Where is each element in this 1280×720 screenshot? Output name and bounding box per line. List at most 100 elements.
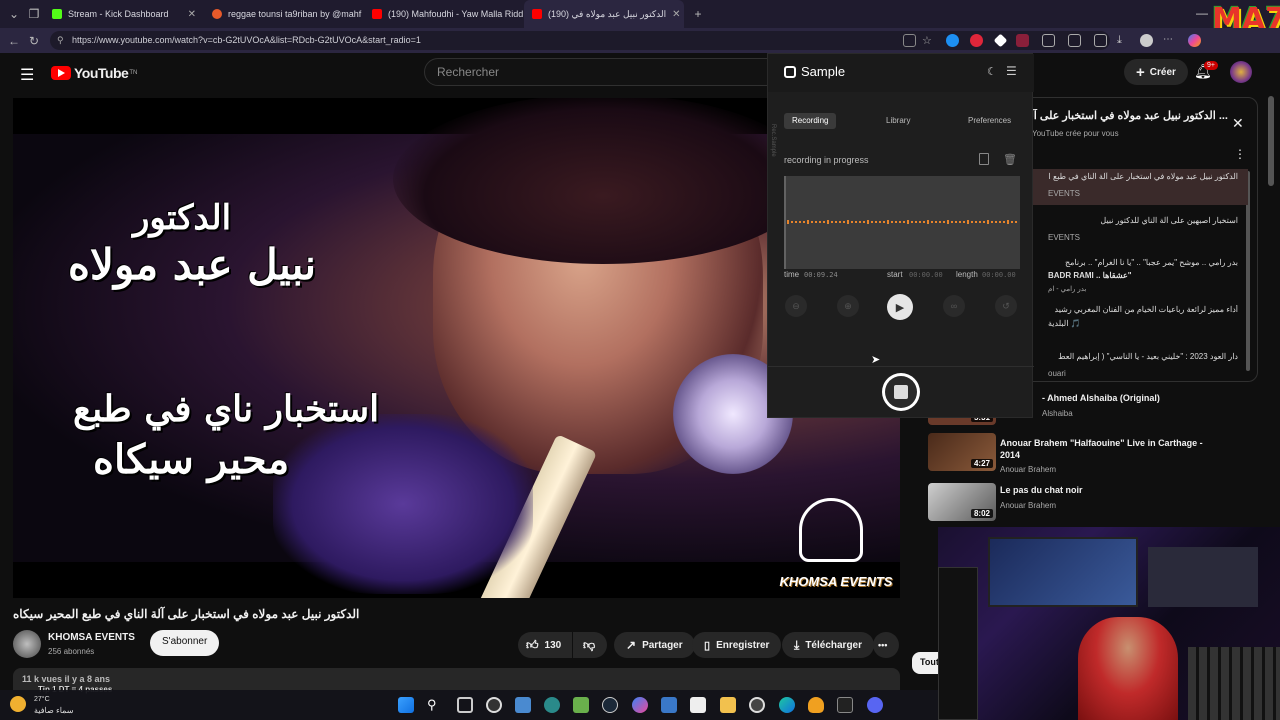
search-input[interactable]: Rechercher [424,58,784,86]
waveform-bar [927,220,929,224]
close-playlist-icon[interactable]: ✕ [1232,115,1244,132]
playlist-menu-icon[interactable]: ⋮ [1234,147,1246,161]
reload-icon[interactable]: ↻ [24,31,44,51]
share-button[interactable]: ↗ Partager [614,632,695,658]
channel-avatar[interactable] [13,630,41,658]
android-app-icon[interactable] [573,697,589,713]
site-info-icon[interactable]: ⚲ [57,35,64,46]
favorites-icon[interactable] [1094,34,1107,47]
kick-favicon-icon [52,9,62,19]
create-button[interactable]: + Créer [1124,59,1188,85]
waveform-bar [839,221,841,223]
performer-hair [393,98,813,264]
extension-blue-icon[interactable] [946,34,959,47]
like-button[interactable]: 👍︎ 130 [518,632,572,658]
dislike-button[interactable]: 👎︎ [573,632,607,658]
tab-recording[interactable]: Recording [784,113,837,129]
channel-name[interactable]: KHOMSA EVENTS [48,632,135,643]
waveform-bar [995,221,997,223]
tab-mahfoudhi[interactable]: (190) Mahfoudhi - Yaw Malla Ridd ✕ [364,0,524,28]
sample-header: Sample ☾ ☰ [768,54,1034,92]
minimize-window-icon[interactable]: — [1196,6,1208,20]
recommended-item[interactable]: 4:27 Anouar Brahem "Halfaouine" Live in … [928,433,1248,474]
stop-recording-button[interactable] [882,373,920,411]
loop-icon[interactable]: ∞ [943,295,965,317]
account-avatar[interactable] [1230,61,1252,83]
search-icon[interactable]: ⚲ [427,697,443,713]
new-tab-plus-icon[interactable]: + [688,4,708,24]
star-bookmark-icon[interactable]: ☆ [922,34,935,47]
back-arrow-icon[interactable]: ← [4,31,24,51]
video-thumbnail: 8:02 [928,483,996,521]
time-label: time [784,270,800,279]
video-title: الدكتور نبيل عبد مولاه في استخبار على آل… [13,607,360,621]
item-title: أداء مميز لرائعة رباعيات الخيام من الفنا… [1054,305,1239,314]
windows-start-icon[interactable] [398,697,414,713]
save-file-icon[interactable] [979,153,989,165]
tab-library[interactable]: Library [878,113,918,129]
editor-app-icon[interactable] [661,697,677,713]
subscribe-button[interactable]: S'abonner [150,630,220,656]
description-box[interactable] [13,668,900,690]
tab-list-chevron-icon[interactable]: ⌄ [4,4,24,24]
overlay-title-line3: استخبار ناي في طبع [73,388,380,430]
edge-browser-icon[interactable] [779,697,795,713]
youtube-logo[interactable]: YouTube TN [51,65,137,81]
extension-list-icon[interactable] [1068,34,1081,47]
play-button[interactable]: ▶ [887,294,913,320]
extension-record-icon[interactable] [1016,34,1029,47]
dark-mode-moon-icon[interactable]: ☾ [987,65,997,78]
task-view-icon[interactable] [457,697,473,713]
tab-preferences[interactable]: Preferences [960,113,1019,129]
network-app-icon[interactable] [544,697,560,713]
extension-red-icon[interactable] [970,34,983,47]
more-actions-button[interactable]: ••• [873,632,899,658]
undo-icon[interactable]: ↺ [995,295,1017,317]
save-button[interactable]: ▯ Enregistrer [692,632,782,658]
capture-app-icon[interactable] [690,697,706,713]
waveform-bar [875,221,877,223]
copilot-app-icon[interactable] [632,697,648,713]
waveform-bar [991,221,993,223]
video-thumbnail: 4:27 [928,433,996,471]
recommended-item[interactable]: 8:02 Le pas du chat noir Anouar Brahem [928,483,1248,523]
waveform-bar [963,221,965,223]
profile-avatar-icon[interactable] [1140,34,1153,47]
copilot-icon[interactable] [1188,34,1201,47]
all-chip[interactable]: Tout [912,652,939,674]
playlist-subtitle: YouTube crée pour vous [1032,129,1119,138]
tab-kick-dashboard[interactable]: Stream - Kick Dashboard ✕ [44,0,204,28]
download-button[interactable]: ⤓ Télécharger [782,632,875,658]
zoom-out-icon[interactable]: ⊖ [785,295,807,317]
video-duration: 8:02 [970,509,993,518]
extension-puzzle-icon[interactable] [1042,34,1055,47]
extension-icon-a[interactable] [903,34,916,47]
hamburger-menu-icon[interactable]: ☰ [20,65,34,85]
close-tab-icon[interactable]: ✕ [182,9,196,20]
recorder-app-icon[interactable] [749,697,765,713]
download-icon[interactable]: ⤓ [1117,34,1130,47]
sample-menu-icon[interactable]: ☰ [1006,64,1017,78]
widgets-icon[interactable] [515,697,531,713]
weather-widget[interactable]: 27°C سماء صافية [8,692,78,718]
more-menu-icon[interactable]: ⋯ [1163,34,1176,47]
stop-square-icon [885,376,917,408]
steam-icon[interactable] [602,697,618,713]
tab-reggae-tounsi[interactable]: reggae tounsi ta9riban by @mahf ✕ [204,0,364,28]
close-tab-icon[interactable]: ✕ [666,9,680,20]
item-channel: بدر رامي - ام [1048,286,1087,293]
tab-current-video[interactable]: (190) الدكتور نبيل عبد مولاه في ✕ [524,0,684,28]
discord-icon[interactable] [867,697,883,713]
waveform-bar [843,221,845,223]
file-explorer-icon[interactable] [720,697,736,713]
workspaces-icon[interactable]: ❐ [24,4,44,24]
fl-studio-icon[interactable] [808,697,824,713]
page-scrollbar[interactable] [1268,96,1274,186]
obs-icon[interactable] [486,697,502,713]
delete-trash-icon[interactable]: 🗑︎ [1003,153,1017,166]
waveform-bar [903,221,905,223]
waveform-display[interactable] [784,176,1020,269]
zoom-in-icon[interactable]: ⊕ [837,295,859,317]
youtube-region-code: TN [129,70,138,76]
terminal-icon[interactable] [837,697,853,713]
